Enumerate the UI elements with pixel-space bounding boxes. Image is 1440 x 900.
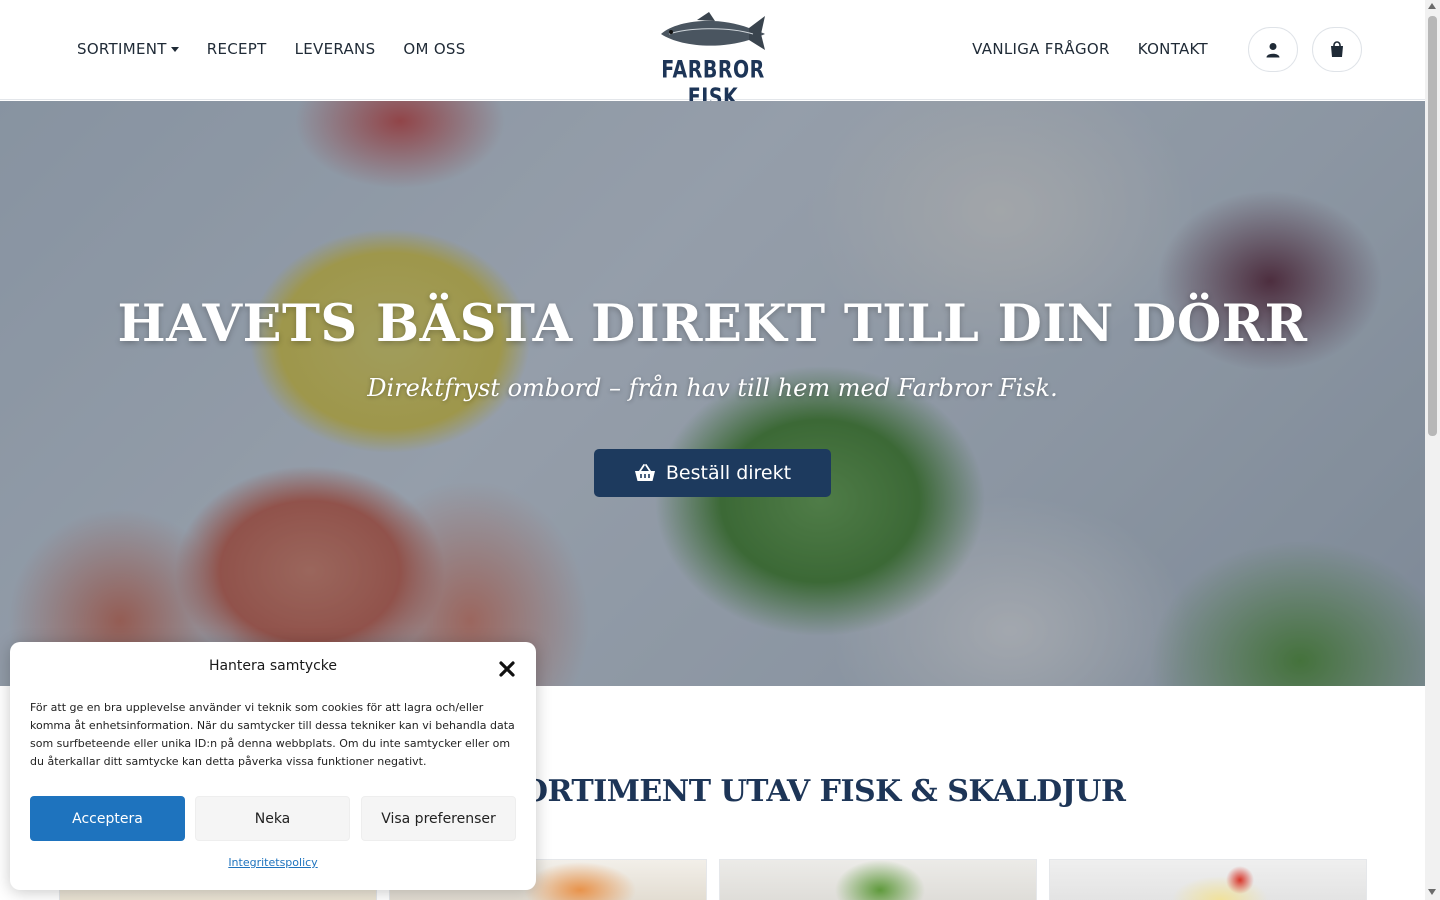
primary-nav: SORTIMENT RECEPT LEVERANS OM OSS	[77, 38, 494, 60]
hero-subtitle: Direktfryst ombord – från hav till hem m…	[367, 374, 1058, 402]
nav-leverans[interactable]: LEVERANS	[295, 38, 376, 60]
nav-kontakt[interactable]: KONTAKT	[1138, 38, 1208, 60]
accept-button[interactable]: Acceptera	[30, 796, 185, 841]
nav-om-oss[interactable]: OM OSS	[403, 38, 465, 60]
deny-button[interactable]: Neka	[195, 796, 350, 841]
page-scrollbar[interactable]	[1425, 0, 1440, 900]
cart-button[interactable]	[1312, 27, 1362, 72]
product-image	[1050, 860, 1366, 900]
scroll-down-icon[interactable]	[1428, 889, 1436, 895]
privacy-policy-link[interactable]: Integritetspolicy	[10, 856, 536, 869]
scroll-up-icon[interactable]	[1428, 3, 1436, 9]
basket-icon	[634, 464, 655, 481]
user-icon	[1266, 42, 1280, 57]
view-preferences-button[interactable]: Visa preferenser	[361, 796, 516, 841]
account-button[interactable]	[1248, 27, 1298, 72]
shopping-bag-icon	[1331, 41, 1343, 57]
nav-sortiment-label: SORTIMENT	[77, 40, 167, 58]
scrollbar-thumb[interactable]	[1428, 16, 1437, 436]
site-header: SORTIMENT RECEPT LEVERANS OM OSS FARBROR…	[0, 0, 1425, 111]
fish-logo-icon	[661, 12, 765, 50]
nav-vanliga-fragor[interactable]: VANLIGA FRÅGOR	[972, 38, 1110, 60]
chevron-down-icon	[170, 46, 179, 52]
product-card[interactable]	[1049, 859, 1367, 900]
product-card[interactable]	[719, 859, 1037, 900]
order-now-button[interactable]: Beställ direkt	[594, 449, 831, 497]
hero-banner: HAVETS BÄSTA DIREKT TILL DIN DÖRR Direkt…	[0, 101, 1425, 686]
consent-title: Hantera samtycke	[208, 658, 338, 674]
nav-sortiment[interactable]: SORTIMENT	[77, 38, 179, 60]
product-image	[720, 860, 1036, 900]
hero-title: HAVETS BÄSTA DIREKT TILL DIN DÖRR	[117, 294, 1308, 354]
close-icon[interactable]	[496, 658, 518, 680]
order-now-label: Beställ direkt	[665, 462, 792, 484]
cookie-consent-dialog: Hantera samtycke För att ge en bra upple…	[10, 642, 536, 890]
site-logo[interactable]: FARBROR FISK	[657, 10, 769, 111]
nav-recept[interactable]: RECEPT	[207, 38, 267, 60]
secondary-nav: VANLIGA FRÅGOR KONTAKT	[944, 38, 1208, 60]
consent-body: För att ge en bra upplevelse använder vi…	[30, 701, 515, 768]
